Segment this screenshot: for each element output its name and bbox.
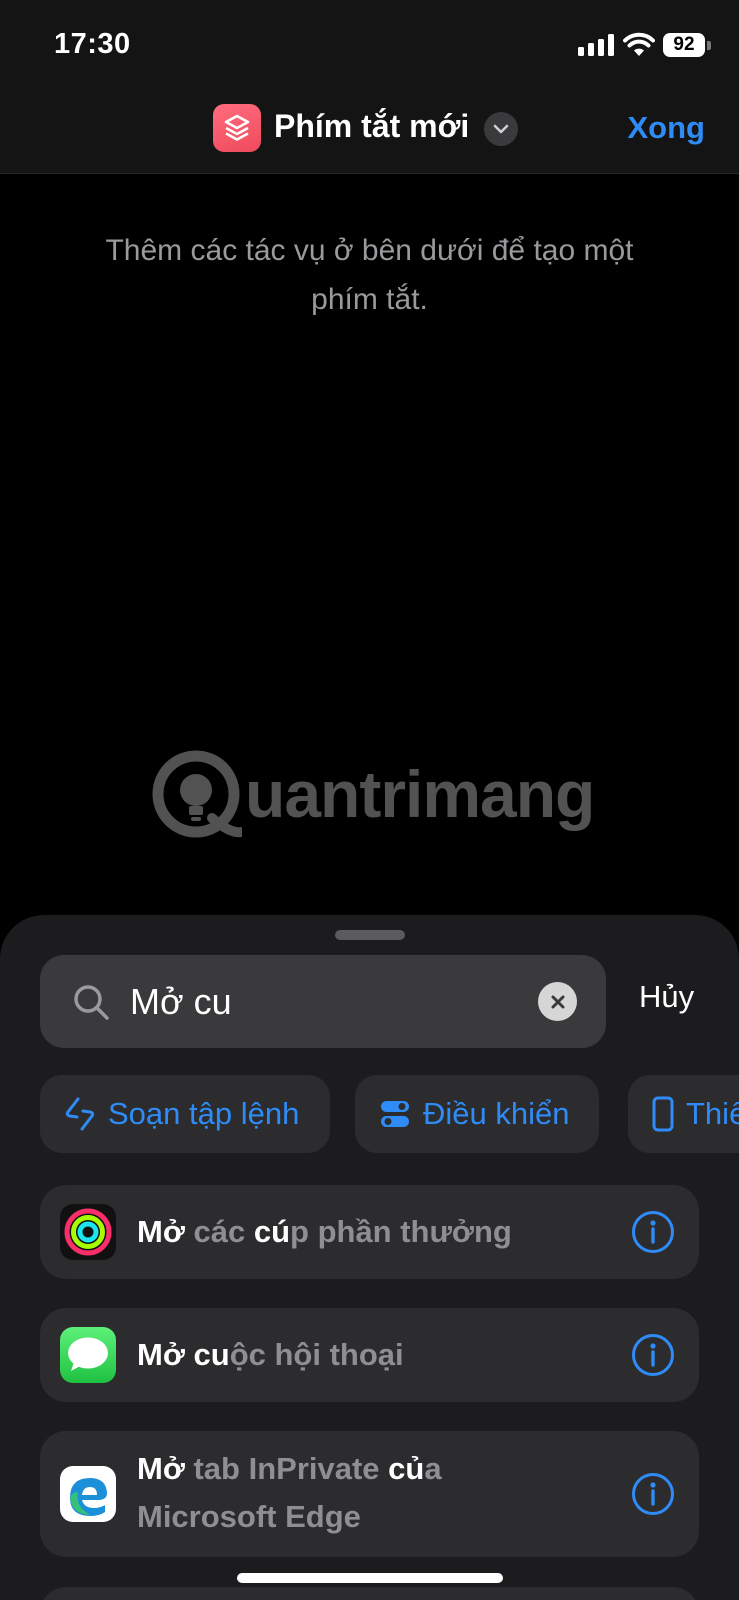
action-row-activity[interactable]: Mở các cúp phần thưởng: [40, 1185, 699, 1279]
device-icon: [652, 1096, 674, 1132]
action-label: Mở các cúp phần thưởng: [137, 1214, 512, 1249]
chip-device[interactable]: Thiết bị: [628, 1075, 739, 1153]
action-row-edge[interactable]: Mở tab InPrivate của Microsoft Edge: [40, 1431, 699, 1557]
status-bar: 17:30 92: [0, 0, 739, 90]
search-icon: [74, 985, 109, 1020]
home-indicator[interactable]: [237, 1573, 503, 1583]
activity-rings-icon: [60, 1204, 116, 1260]
action-label: Mở tab InPrivate của Microsoft Edge: [137, 1451, 442, 1534]
status-time: 17:30: [54, 28, 131, 60]
chip-controls[interactable]: Điều khiển: [355, 1075, 599, 1153]
info-icon[interactable]: [631, 1333, 675, 1377]
category-chips: Soạn tập lệnh Điều khiển Thiết bị: [40, 1075, 739, 1155]
info-icon[interactable]: [631, 1210, 675, 1254]
info-icon[interactable]: [631, 1472, 675, 1516]
script-icon: [65, 1097, 95, 1131]
chevron-down-icon[interactable]: [484, 112, 518, 146]
action-label: Mở cuộc hội thoại: [137, 1337, 404, 1372]
action-row-partial[interactable]: [40, 1587, 699, 1600]
chip-label: Thiết bị: [686, 1096, 739, 1131]
shortcut-title[interactable]: Phím tắt mới: [274, 108, 469, 145]
toggle-icon: [381, 1101, 409, 1127]
wifi-icon: [623, 32, 655, 56]
watermark-logo-icon: [152, 750, 242, 838]
watermark: uantrimang: [150, 748, 600, 848]
sheet-grabber[interactable]: [335, 930, 405, 940]
chip-label: Điều khiển: [423, 1096, 570, 1131]
search-input[interactable]: [130, 955, 560, 1048]
watermark-text: uantrimang: [245, 757, 595, 831]
nav-bar: Phím tắt mới Xong: [0, 90, 739, 174]
messages-icon: [60, 1327, 116, 1383]
chip-scripting[interactable]: Soạn tập lệnh: [40, 1075, 330, 1153]
edge-icon: [60, 1466, 116, 1522]
shortcuts-app-icon: [213, 104, 261, 152]
cancel-button[interactable]: Hủy: [639, 979, 694, 1015]
battery-icon: 92: [663, 33, 705, 57]
search-box[interactable]: [40, 955, 606, 1048]
action-search-sheet: Hủy Soạn tập lệnh Điều khiển Thiết bị: [0, 915, 739, 1600]
done-button[interactable]: Xong: [628, 110, 706, 146]
action-row-messages[interactable]: Mở cuộc hội thoại: [40, 1308, 699, 1402]
clear-icon[interactable]: [538, 982, 577, 1021]
battery-tip: [707, 41, 711, 50]
empty-state-hint: Thêm các tác vụ ở bên dưới để tạo một ph…: [105, 234, 634, 316]
signal-icon: [578, 34, 614, 56]
chip-label: Soạn tập lệnh: [108, 1096, 300, 1131]
